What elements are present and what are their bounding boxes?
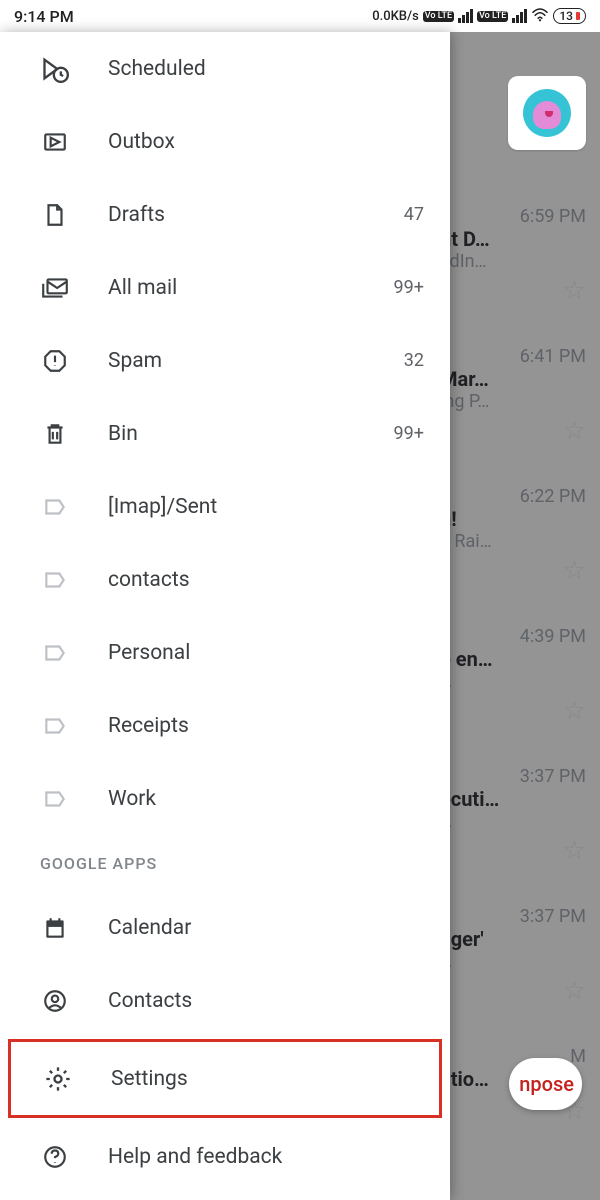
- inbox-snippet: …: [440, 951, 586, 972]
- compose-label: npose: [519, 1072, 574, 1096]
- inbox-snippet: …: [440, 671, 586, 692]
- compose-button[interactable]: npose: [509, 1058, 582, 1110]
- inbox-sender: ecuti…: [440, 787, 586, 811]
- inbox-snippet: …: [440, 811, 586, 832]
- star-icon[interactable]: ☆: [563, 556, 586, 586]
- section-header-google-apps: GOOGLE APPS: [0, 835, 450, 891]
- label-icon: [40, 492, 70, 522]
- battery-icon: 13: [553, 8, 586, 24]
- nav-label: [Imap]/Sent: [108, 495, 424, 519]
- nav-label: Drafts: [108, 203, 404, 227]
- nav-label: Scheduled: [108, 57, 424, 81]
- wifi-icon: [531, 7, 549, 26]
- nav-label: contacts: [108, 568, 424, 592]
- signal-bars-icon-1: [458, 9, 473, 23]
- label-icon: [40, 784, 70, 814]
- calendar-icon: [40, 913, 70, 943]
- settings-highlight-box: Settings: [8, 1039, 442, 1118]
- nav-label: Calendar: [108, 916, 424, 940]
- gear-icon: [43, 1064, 73, 1094]
- nav-item-contacts-app[interactable]: Contacts: [0, 964, 450, 1037]
- inbox-snippet: n Rai…: [440, 531, 586, 552]
- nav-item-allmail[interactable]: All mail 99+: [0, 251, 450, 324]
- nav-label: Outbox: [108, 130, 424, 154]
- label-icon: [40, 711, 70, 741]
- nav-label: Receipts: [108, 714, 424, 738]
- star-icon[interactable]: ☆: [563, 276, 586, 306]
- scheduled-icon: [40, 54, 70, 84]
- inbox-time: 4:39 PM: [440, 626, 586, 647]
- inbox-sender: n!: [440, 507, 586, 531]
- inbox-row[interactable]: 6:41 PM Mar… ing P… ☆: [440, 346, 586, 456]
- nav-label: All mail: [108, 276, 394, 300]
- volte-badge-2: Vo LTE: [477, 11, 508, 22]
- nav-label: Settings: [111, 1067, 413, 1091]
- inbox-row[interactable]: 6:59 PM nt D… edIn… ☆: [440, 206, 586, 316]
- nav-item-receipts[interactable]: Receipts: [0, 689, 450, 762]
- nav-label: Contacts: [108, 989, 424, 1013]
- contacts-icon: [40, 986, 70, 1016]
- nav-item-help[interactable]: Help and feedback: [0, 1120, 450, 1193]
- inbox-snippet: ing P…: [440, 391, 586, 412]
- nav-item-personal[interactable]: Personal: [0, 616, 450, 689]
- status-time: 9:14 PM: [14, 7, 74, 26]
- inbox-time: 6:22 PM: [440, 486, 586, 507]
- inbox-time: 6:41 PM: [440, 346, 586, 367]
- nav-item-scheduled[interactable]: Scheduled: [0, 32, 450, 105]
- nav-count: 47: [404, 204, 424, 225]
- help-icon: [40, 1142, 70, 1172]
- nav-item-bin[interactable]: Bin 99+: [0, 397, 450, 470]
- nav-item-work[interactable]: Work: [0, 762, 450, 835]
- nav-label: Help and feedback: [108, 1145, 424, 1169]
- nav-label: Work: [108, 787, 424, 811]
- inbox-snippet: edIn…: [440, 251, 586, 272]
- inbox-time: 6:59 PM: [440, 206, 586, 227]
- nav-item-spam[interactable]: Spam 32: [0, 324, 450, 397]
- star-icon[interactable]: ☆: [563, 836, 586, 866]
- inbox-row[interactable]: 4:39 PM e en… … ☆: [440, 626, 586, 736]
- signal-bars-icon-2: [512, 9, 527, 23]
- star-icon[interactable]: ☆: [563, 696, 586, 726]
- inbox-time: 3:37 PM: [440, 906, 586, 927]
- spam-icon: [40, 346, 70, 376]
- label-icon: [40, 565, 70, 595]
- nav-label: Personal: [108, 641, 424, 665]
- status-right: 0.0KB/s Vo LTE Vo LTE 13: [372, 7, 586, 26]
- nav-count: 32: [404, 350, 424, 371]
- nav-item-drafts[interactable]: Drafts 47: [0, 178, 450, 251]
- volte-badge-1: Vo LTE: [423, 11, 454, 22]
- navigation-drawer: Scheduled Outbox Drafts 47 All mail 99+: [0, 32, 450, 1200]
- star-icon[interactable]: ☆: [563, 416, 586, 446]
- nav-item-imap-sent[interactable]: [Imap]/Sent: [0, 470, 450, 543]
- bin-icon: [40, 419, 70, 449]
- nav-item-outbox[interactable]: Outbox: [0, 105, 450, 178]
- nav-count: 99+: [394, 277, 424, 298]
- net-speed: 0.0KB/s: [372, 9, 419, 24]
- profile-avatar-card[interactable]: [508, 76, 586, 150]
- status-bar: 9:14 PM 0.0KB/s Vo LTE Vo LTE 13: [0, 0, 600, 32]
- inbox-sender: Mar…: [440, 367, 586, 391]
- label-icon: [40, 638, 70, 668]
- inbox-time: 3:37 PM: [440, 766, 586, 787]
- star-icon[interactable]: ☆: [563, 976, 586, 1006]
- inbox-sender: ager': [440, 927, 586, 951]
- inbox-sender: e en…: [440, 647, 586, 671]
- inbox-sender: nt D…: [440, 227, 586, 251]
- nav-label: Spam: [108, 349, 404, 373]
- inbox-row[interactable]: 3:37 PM ager' … ☆: [440, 906, 586, 1016]
- inbox-row[interactable]: 3:37 PM ecuti… … ☆: [440, 766, 586, 876]
- inbox-row[interactable]: 6:22 PM n! n Rai… ☆: [440, 486, 586, 596]
- nav-item-contacts-label[interactable]: contacts: [0, 543, 450, 616]
- nav-item-settings[interactable]: Settings: [11, 1042, 439, 1115]
- drafts-icon: [40, 200, 70, 230]
- nav-count: 99+: [394, 423, 424, 444]
- allmail-icon: [40, 273, 70, 303]
- outbox-icon: [40, 127, 70, 157]
- nav-item-calendar[interactable]: Calendar: [0, 891, 450, 964]
- nav-label: Bin: [108, 422, 394, 446]
- avatar-icon: [523, 89, 571, 137]
